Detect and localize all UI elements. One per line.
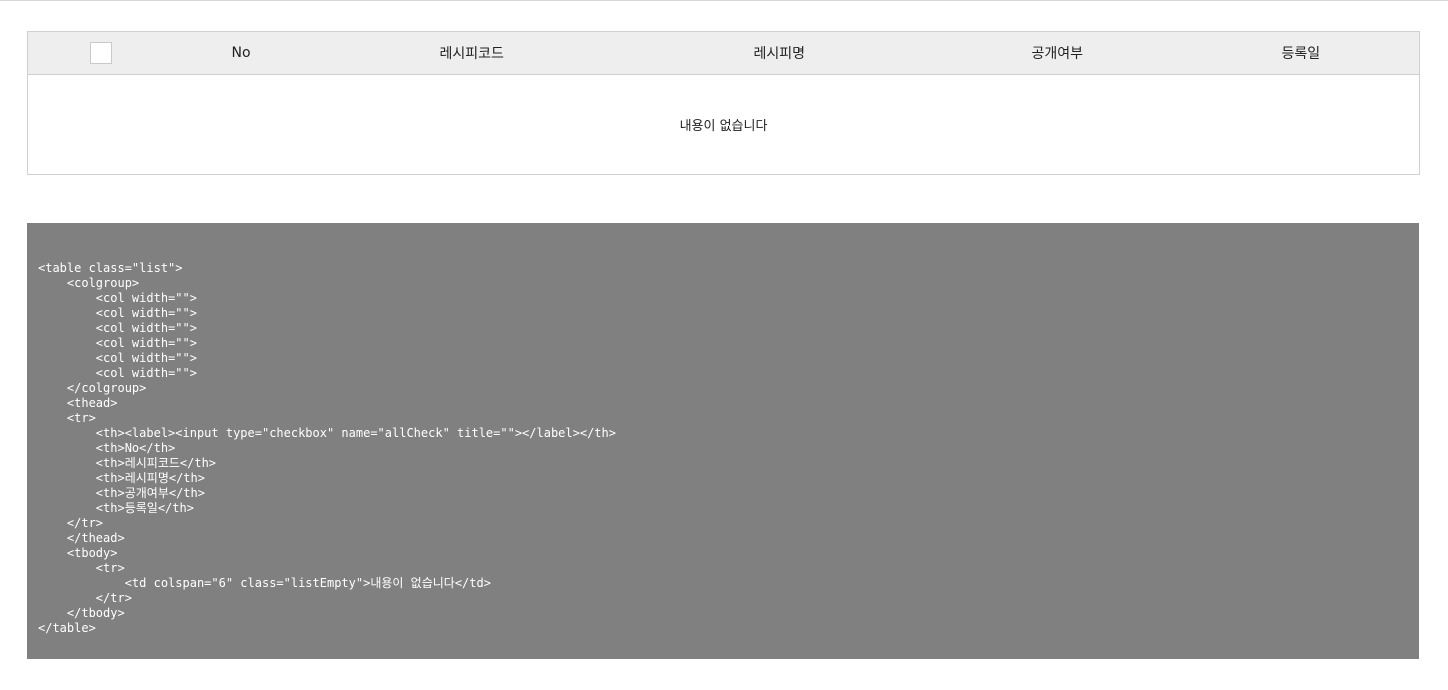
- recipe-list-table-wrapper: No 레시피코드 레시피명 공개여부 등록일 내용이 없습니다: [27, 31, 1420, 175]
- code-sample-box: <table class="list"> <colgroup> <col wid…: [27, 223, 1419, 659]
- table-header-row: No 레시피코드 레시피명 공개여부 등록일: [27, 31, 1420, 75]
- header-no: No: [173, 31, 306, 75]
- header-recipe-name: 레시피명: [635, 31, 922, 75]
- table-row: 내용이 없습니다: [28, 75, 1420, 175]
- top-divider: [0, 0, 1448, 1]
- select-all-checkbox[interactable]: [90, 42, 112, 64]
- header-recipe-code: 레시피코드: [305, 31, 636, 75]
- header-public: 공개여부: [921, 31, 1192, 75]
- header-select-all: [27, 31, 174, 75]
- header-registered-date: 등록일: [1191, 31, 1420, 75]
- code-sample: <table class="list"> <colgroup> <col wid…: [38, 261, 616, 635]
- recipe-list-table: No 레시피코드 레시피명 공개여부 등록일 내용이 없습니다: [27, 31, 1420, 175]
- empty-list-message: 내용이 없습니다: [679, 119, 768, 134]
